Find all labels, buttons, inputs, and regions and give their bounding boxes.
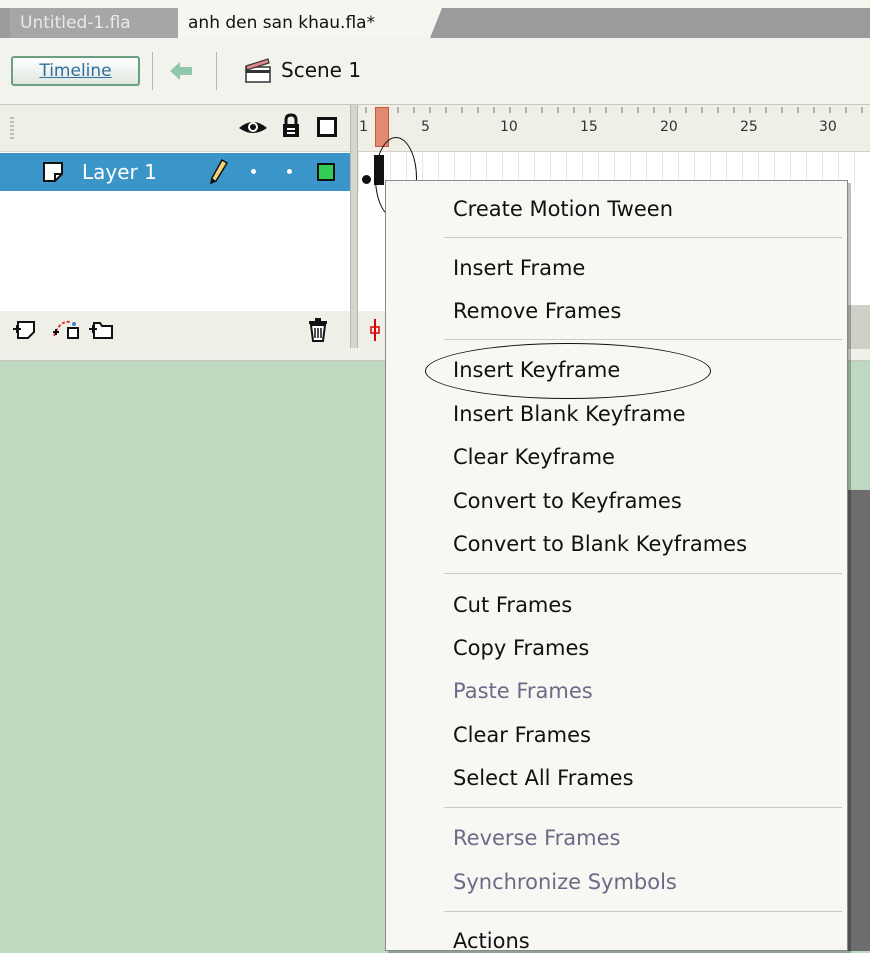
menu-paste-frames: Paste Frames bbox=[453, 679, 593, 703]
layer-header bbox=[0, 105, 350, 152]
keyframe-dot[interactable] bbox=[362, 175, 371, 184]
menu-clear-frames[interactable]: Clear Frames bbox=[453, 723, 591, 747]
panel-divider[interactable] bbox=[350, 105, 358, 348]
ruler-label: 30 bbox=[819, 119, 837, 135]
menu-separator bbox=[444, 807, 842, 808]
tab-anh-den-san-khau[interactable]: anh den san khau.fla* bbox=[178, 8, 442, 38]
back-arrow-icon[interactable] bbox=[168, 60, 194, 82]
menu-convert-to-keyframes[interactable]: Convert to Keyframes bbox=[453, 489, 682, 513]
menu-cut-frames[interactable]: Cut Frames bbox=[453, 593, 572, 617]
layer-page-icon bbox=[43, 162, 63, 182]
center-frame-icon[interactable] bbox=[370, 319, 380, 341]
pencil-icon bbox=[209, 159, 228, 185]
frame-ruler[interactable]: 1 5 10 15 20 25 30 bbox=[358, 105, 870, 152]
layer-footer bbox=[0, 311, 350, 348]
menu-separator bbox=[444, 339, 842, 340]
document-tab-bar: Untitled-1.fla anh den san khau.fla* bbox=[0, 0, 870, 38]
menu-insert-blank-keyframe[interactable]: Insert Blank Keyframe bbox=[453, 402, 686, 426]
layer-name[interactable]: Layer 1 bbox=[82, 160, 157, 184]
motion-guide-icon[interactable] bbox=[52, 318, 82, 340]
panel-grip-handle[interactable] bbox=[10, 117, 14, 139]
menu-remove-frames[interactable]: Remove Frames bbox=[453, 299, 621, 323]
vertical-scrollbar[interactable] bbox=[848, 490, 870, 951]
clapperboard-icon bbox=[245, 58, 271, 83]
scene-label[interactable]: Scene 1 bbox=[281, 58, 361, 82]
menu-reverse-frames: Reverse Frames bbox=[453, 826, 621, 850]
visibility-dot[interactable] bbox=[251, 169, 256, 174]
outline-toggle-icon[interactable] bbox=[317, 117, 337, 137]
annotation-oval bbox=[425, 343, 711, 399]
edit-bar-separator bbox=[216, 52, 217, 90]
trash-icon[interactable] bbox=[307, 317, 329, 343]
folder-icon[interactable] bbox=[88, 318, 114, 340]
ruler-label: 25 bbox=[740, 119, 758, 135]
layer-panel: Layer 1 bbox=[0, 105, 350, 348]
ruler-label: 15 bbox=[580, 119, 598, 135]
menu-copy-frames[interactable]: Copy Frames bbox=[453, 636, 589, 660]
menu-convert-to-blank-keyframes[interactable]: Convert to Blank Keyframes bbox=[453, 532, 747, 556]
ruler-ticks bbox=[365, 107, 863, 113]
ruler-label: 10 bbox=[500, 119, 518, 135]
context-menu: Create Motion Tween Insert Frame Remove … bbox=[385, 180, 848, 953]
menu-synchronize-symbols: Synchronize Symbols bbox=[453, 870, 677, 894]
lock-dot[interactable] bbox=[287, 169, 292, 174]
layer-color-swatch[interactable] bbox=[317, 163, 335, 181]
eye-icon[interactable] bbox=[237, 116, 269, 138]
tab-untitled-1[interactable]: Untitled-1.fla bbox=[10, 8, 178, 38]
menu-select-all-frames[interactable]: Select All Frames bbox=[453, 766, 634, 790]
menu-clear-keyframe[interactable]: Clear Keyframe bbox=[453, 445, 615, 469]
menu-separator bbox=[444, 237, 842, 238]
ruler-label: 20 bbox=[660, 119, 678, 135]
edit-bar-separator bbox=[152, 52, 153, 90]
timeline-toggle-button[interactable]: Timeline bbox=[11, 56, 140, 86]
insert-layer-icon[interactable] bbox=[12, 318, 36, 340]
menu-separator bbox=[444, 573, 842, 574]
menu-create-motion-tween[interactable]: Create Motion Tween bbox=[453, 197, 673, 221]
edit-bar: Timeline Scene 1 bbox=[0, 38, 870, 105]
layer-row[interactable]: Layer 1 bbox=[0, 153, 350, 191]
scrollbar-track[interactable] bbox=[848, 305, 870, 349]
ruler-label: 1 bbox=[359, 119, 368, 135]
menu-insert-frame[interactable]: Insert Frame bbox=[453, 256, 585, 280]
menu-separator bbox=[444, 911, 842, 912]
lock-icon[interactable] bbox=[280, 113, 302, 139]
ruler-label: 5 bbox=[421, 119, 430, 135]
menu-actions[interactable]: Actions bbox=[453, 929, 530, 953]
